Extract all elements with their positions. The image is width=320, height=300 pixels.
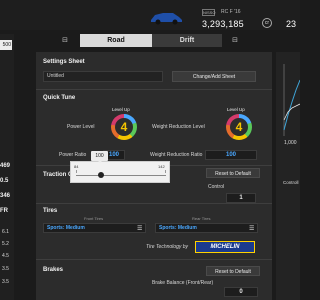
slider-tick (165, 170, 166, 173)
car-brand-badge: NISSO (202, 9, 216, 16)
power-level-up-label[interactable]: Level Up (112, 107, 130, 112)
graph-label: Controll (283, 180, 299, 185)
rear-tires-menu-icon[interactable]: ☰ (249, 225, 254, 232)
front-tires-label: Front Tires (84, 216, 104, 221)
tab-drift[interactable]: Drift (152, 34, 222, 47)
power-curve-graph (283, 64, 300, 136)
mileage-value: 23 (286, 19, 297, 29)
rear-tires-label: Rear Tires (192, 216, 211, 221)
left-value-1: 469 (0, 163, 11, 169)
graph-value: 1,000 (284, 140, 297, 146)
left-gear-4: 3.5 (2, 266, 9, 272)
weight-level-value: 4 (235, 120, 243, 134)
divider (36, 259, 272, 260)
power-level-gauge[interactable]: 4 (111, 114, 137, 140)
weight-ratio-field[interactable]: 100 (205, 150, 257, 160)
left-gear-5: 3.5 (2, 279, 9, 285)
power-level-label: Power Level (67, 124, 95, 130)
left-value-4: FR (0, 208, 8, 214)
left-gear-2: 5.2 (2, 241, 9, 247)
prev-tab-icon[interactable]: ⊟ (60, 36, 70, 45)
front-tires-select[interactable]: Sports: Medium (43, 223, 146, 233)
brake-balance-field[interactable]: 0 (224, 287, 258, 297)
weight-reduction-label: Weight Reduction Level (152, 124, 205, 130)
ratio-slider-thumb[interactable] (98, 172, 104, 178)
ratio-slider-popup (70, 161, 170, 183)
power-ratio-label: Power Ratio (59, 152, 87, 158)
tab-road[interactable]: Road (80, 34, 152, 47)
left-gear-3: 4.5 (2, 253, 9, 259)
weight-ratio-label: Weight Reduction Ratio (150, 152, 203, 158)
traction-control-label: Control (208, 184, 225, 190)
left-pp-box: 500 (0, 40, 12, 50)
tire-technology-label: Tire Technology by (146, 244, 189, 250)
credits-value: 3,293,185 (202, 19, 244, 29)
left-gear-1: 6.1 (2, 229, 9, 235)
power-level-value: 4 (120, 120, 128, 134)
brakes-title: Brakes (43, 267, 64, 273)
slider-bubble-tail (97, 160, 103, 163)
settings-sheet-title: Settings Sheet (43, 59, 85, 65)
car-thumbnail (151, 13, 182, 25)
brake-balance-label: Brake Balance (Front/Rear) (152, 280, 214, 286)
sheet-name-field[interactable]: Untitled (43, 71, 163, 82)
weight-level-up-label[interactable]: Level Up (227, 107, 245, 112)
car-name: RC F '16 (221, 9, 241, 15)
slider-max-label: 142 (158, 164, 165, 169)
rear-tires-select[interactable]: Sports: Medium (155, 223, 258, 233)
traction-control-title: Traction C (43, 172, 73, 178)
tires-title: Tires (43, 208, 58, 214)
next-tab-icon[interactable]: ⊟ (230, 36, 240, 45)
change-sheet-button[interactable]: Change/Add Sheet (172, 71, 256, 82)
ratio-slider-track[interactable] (76, 175, 166, 176)
traction-control-field[interactable]: 1 (226, 193, 256, 203)
slider-tick (76, 170, 77, 173)
michelin-logo: MICHELIN (195, 241, 255, 253)
left-value-3: 346 (0, 193, 11, 199)
traction-reset-button[interactable]: Reset to Default (206, 168, 260, 178)
divider (36, 89, 272, 90)
credits-icon: cr (262, 18, 272, 28)
brakes-reset-button[interactable]: Reset to Default (206, 266, 260, 276)
front-tires-menu-icon[interactable]: ☰ (137, 225, 142, 232)
weight-reduction-gauge[interactable]: 4 (226, 114, 252, 140)
divider (36, 203, 272, 204)
quick-tune-title: Quick Tune (43, 95, 76, 101)
slider-min-label: 84 (74, 164, 79, 169)
left-value-2: 0.5 (0, 178, 9, 184)
